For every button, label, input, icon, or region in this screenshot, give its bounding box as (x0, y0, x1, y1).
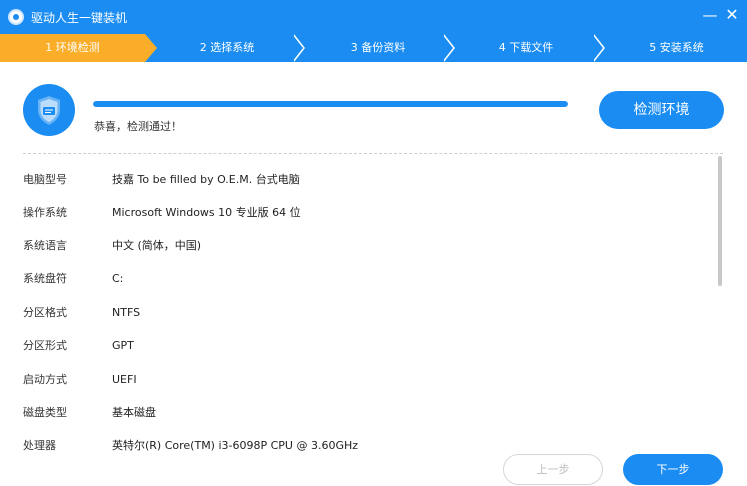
info-row: 系统盘符 C: (23, 269, 713, 289)
step-label: 3 备份资料 (350, 41, 406, 54)
step-active-arrow (145, 34, 157, 62)
next-step-button[interactable]: 下一步 (623, 454, 723, 485)
shield-check-icon (23, 84, 75, 136)
info-label: 磁盘类型 (23, 406, 67, 419)
info-label: 分区形式 (23, 339, 67, 352)
step-4: 4 下载文件 (456, 34, 596, 62)
app-logo-icon (8, 9, 24, 25)
check-progress-bar (93, 101, 568, 107)
info-value: 技嘉 To be filled by O.E.M. 台式电脑 (112, 173, 300, 186)
info-label: 系统盘符 (23, 272, 67, 285)
info-row: 磁盘类型 基本磁盘 (23, 403, 713, 423)
close-button[interactable]: ✕ (722, 5, 742, 25)
check-status-text: 恭喜，检测通过！ (94, 120, 182, 133)
info-label: 分区格式 (23, 306, 67, 319)
info-value: Microsoft Windows 10 专业版 64 位 (112, 206, 301, 219)
info-row: 系统语言 中文 (简体，中国) (23, 236, 713, 256)
info-value: 中文 (简体，中国) (112, 239, 202, 252)
title-bar: 驱动人生一键装机 — ✕ (0, 0, 747, 34)
step-5: 5 安装系统 (606, 34, 747, 62)
check-progress-fill (93, 101, 568, 107)
info-label: 系统语言 (23, 239, 67, 252)
check-environment-button[interactable]: 检测环境 (599, 91, 724, 129)
step-3: 3 备份资料 (308, 34, 448, 62)
info-scrollbar[interactable] (718, 156, 722, 286)
info-label: 电脑型号 (23, 173, 67, 186)
divider (23, 153, 723, 154)
info-label: 启动方式 (23, 373, 67, 386)
previous-step-button[interactable]: 上一步 (503, 454, 603, 485)
step-separator (292, 34, 308, 62)
info-row: 启动方式 UEFI (23, 370, 713, 390)
info-label: 处理器 (23, 439, 56, 452)
info-value: 基本磁盘 (112, 406, 156, 419)
step-2: 2 选择系统 (157, 34, 297, 62)
info-row: 分区格式 NTFS (23, 303, 713, 323)
info-row: 分区形式 GPT (23, 336, 713, 356)
window-title: 驱动人生一键装机 (31, 11, 128, 25)
info-row: 电脑型号 技嘉 To be filled by O.E.M. 台式电脑 (23, 170, 713, 190)
step-1: 1 环境检测 (0, 34, 145, 62)
system-info-list: 电脑型号 技嘉 To be filled by O.E.M. 台式电脑 操作系统… (23, 163, 713, 453)
info-value: UEFI (112, 373, 137, 386)
info-value: NTFS (112, 306, 141, 319)
step-bar: 1 环境检测 2 选择系统 3 备份资料 4 下载文件 5 安装系统 (0, 34, 747, 62)
step-label: 5 安装系统 (649, 41, 704, 54)
info-value: 英特尔(R) Core(TM) i3-6098P CPU @ 3.60GHz (112, 439, 359, 452)
step-label: 2 选择系统 (199, 41, 255, 54)
info-row: 处理器 英特尔(R) Core(TM) i3-6098P CPU @ 3.60G… (23, 436, 713, 453)
step-label: 1 环境检测 (45, 41, 100, 54)
minimize-button[interactable]: — (700, 5, 720, 25)
info-row: 操作系统 Microsoft Windows 10 专业版 64 位 (23, 203, 713, 223)
info-value: C: (112, 272, 124, 285)
info-value: GPT (112, 339, 134, 352)
info-label: 操作系统 (23, 206, 67, 219)
step-label: 4 下载文件 (498, 41, 554, 54)
